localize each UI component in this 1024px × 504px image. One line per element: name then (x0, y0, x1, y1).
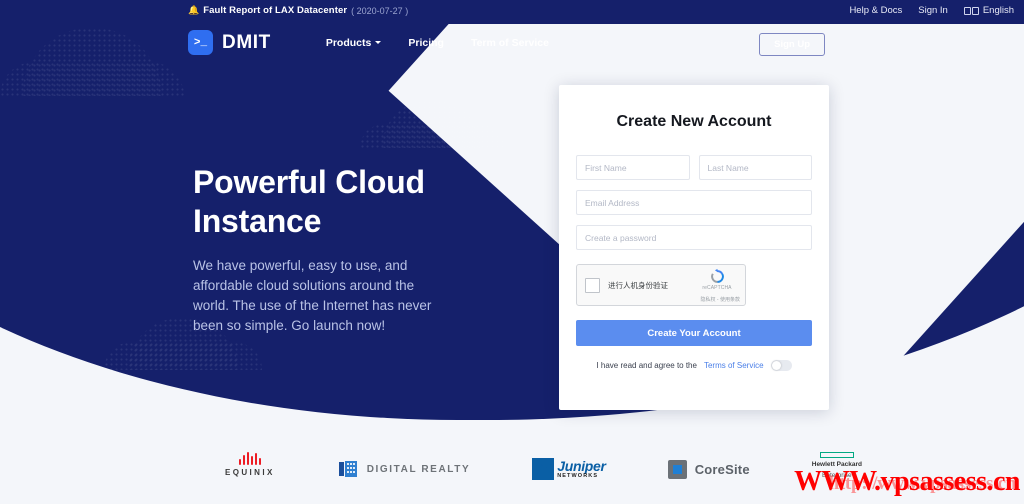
sign-up-button[interactable]: Sign Up (759, 33, 825, 56)
nav-item-pricing[interactable]: Pricing (408, 37, 444, 49)
digital-realty-icon (337, 458, 359, 480)
sign-in-link[interactable]: Sign In (918, 5, 948, 16)
brand-name[interactable]: DMIT (222, 32, 271, 54)
recaptcha-brand: reCAPTCHA (695, 268, 739, 291)
announcement-bar: 🔔 Fault Report of LAX Datacenter ( 2020-… (0, 0, 1024, 24)
recaptcha-terms[interactable]: 隐私权 - 使用条款 (701, 296, 740, 303)
password-input[interactable] (576, 225, 812, 250)
language-label: English (983, 5, 1014, 16)
bell-icon: 🔔 (188, 6, 199, 15)
nav-item-term-of-service[interactable]: Term of Service (471, 37, 549, 49)
hero-background (0, 0, 1024, 504)
nav-links: Products Pricing Term of Service (326, 37, 549, 49)
signup-card: Create New Account 进行人机身份验证 (559, 85, 829, 410)
first-name-input[interactable] (576, 155, 690, 180)
partner-logos: EQUINIX DIGITAL REALTY (225, 452, 862, 486)
juniper-label: Juniper (557, 459, 605, 473)
announcement-date: ( 2020-07-27 ) (351, 6, 408, 16)
signup-form (559, 155, 829, 250)
announcement-title: Fault Report of LAX Datacenter (203, 5, 347, 16)
page-title: Powerful Cloud Instance (193, 163, 493, 241)
logo-glyph: >_ (194, 37, 207, 49)
partner-logo-coresite: CoreSite (668, 452, 750, 486)
recaptcha-icon (709, 268, 726, 285)
language-icon (964, 7, 979, 15)
juniper-text: Juniper NETWORKS (557, 459, 605, 480)
create-account-button[interactable]: Create Your Account (576, 320, 812, 346)
recaptcha-brand-name: reCAPTCHA (695, 285, 739, 291)
signup-card-title: Create New Account (559, 85, 829, 131)
announcement-link[interactable]: 🔔 Fault Report of LAX Datacenter ( 2020-… (188, 5, 408, 16)
partner-logo-juniper: Juniper NETWORKS (532, 452, 605, 486)
main-nav: >_ DMIT Products Pricing Term of Service (188, 30, 549, 55)
juniper-icon (532, 458, 554, 480)
coresite-icon (668, 460, 687, 479)
email-input[interactable] (576, 190, 812, 215)
hero-copy: Powerful Cloud Instance We have powerful… (193, 163, 493, 336)
hpe-icon (820, 452, 854, 458)
nav-item-products-label: Products (326, 37, 372, 49)
recaptcha-checkbox[interactable] (585, 278, 600, 293)
terminal-logo-icon[interactable]: >_ (188, 30, 213, 55)
hero-paragraph: We have powerful, easy to use, and affor… (193, 256, 451, 336)
juniper-sublabel: NETWORKS (557, 474, 605, 480)
partner-logo-digital-realty: DIGITAL REALTY (337, 452, 471, 486)
recaptcha-label: 进行人机身份验证 (608, 280, 668, 291)
last-name-input[interactable] (699, 155, 813, 180)
terms-agreement-toggle[interactable] (771, 360, 792, 371)
terms-of-service-link[interactable]: Terms of Service (704, 361, 764, 370)
equinix-label: EQUINIX (225, 468, 275, 477)
watermark-primary: WWW.vpsassess.cn (794, 466, 1020, 498)
nav-item-products[interactable]: Products (326, 37, 382, 49)
chevron-down-icon (375, 41, 381, 44)
page-root: 🔔 Fault Report of LAX Datacenter ( 2020-… (0, 0, 1024, 504)
help-docs-link[interactable]: Help & Docs (849, 5, 902, 16)
language-selector[interactable]: English (964, 5, 1014, 16)
digital-realty-label: DIGITAL REALTY (367, 464, 471, 475)
name-row (576, 155, 812, 180)
equinix-icon (239, 452, 262, 465)
coresite-label: CoreSite (695, 462, 750, 477)
top-utility-nav: Help & Docs Sign In English (849, 5, 1014, 16)
terms-agreement-row: I have read and agree to the Terms of Se… (559, 360, 829, 371)
recaptcha-widget[interactable]: 进行人机身份验证 reCAPTCHA 隐私权 - 使用条款 (576, 264, 746, 306)
terms-agreement-text: I have read and agree to the (596, 361, 697, 370)
partner-logo-equinix: EQUINIX (225, 452, 275, 486)
